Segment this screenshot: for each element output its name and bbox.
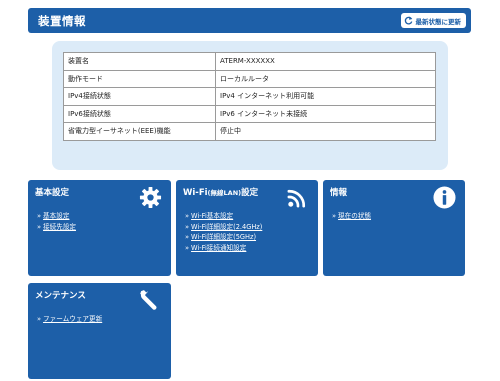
bullet: »	[185, 222, 190, 231]
ipv6-status-key: IPv6接続状態	[63, 104, 216, 123]
ipv6-status-value: IPv6 インターネット未接続	[215, 104, 436, 123]
bullet: »	[332, 212, 337, 220]
page-header: 装置情報 最新状態に更新	[28, 8, 471, 33]
table-row: 省電力型イーサネット(EEE)機能 停止中	[63, 122, 436, 141]
link-wifi-detail-5[interactable]: » Wi-Fi詳細設定(5GHz)	[185, 232, 262, 243]
bullet: »	[37, 222, 42, 231]
refresh-button-label: 最新状態に更新	[415, 17, 462, 26]
table-row: IPv4接続状態 IPv4 インターネット利用可能	[63, 87, 436, 106]
page-title: 装置情報	[38, 13, 86, 28]
ipv4-status-value: IPv4 インターネット利用可能	[215, 87, 436, 106]
wifi-title-main: Wi-Fi	[183, 188, 208, 198]
ipv4-status-key: IPv4接続状態	[63, 87, 216, 106]
wifi-title-small: (無線LAN)	[207, 189, 242, 197]
maintenance-title: メンテナンス	[35, 291, 86, 301]
link-wifi-detail-24[interactable]: » Wi-Fi詳細設定(2.4GHz)	[185, 222, 262, 233]
link-wifi-detail-5-label: Wi-Fi詳細設定(5GHz)	[191, 233, 257, 242]
link-firmware-update-label: ファームウェア更新	[43, 315, 103, 323]
basic-settings-links: » 基本設定 » 接続先設定	[37, 211, 76, 232]
wifi-title-end: 設定	[241, 188, 259, 198]
device-info-panel: 装置名 ATERM-XXXXXX 動作モード ローカルルータ IPv4接続状態 …	[52, 41, 448, 170]
wifi-settings-title: Wi-Fi(無線LAN)設定	[183, 186, 258, 198]
link-current-status-label: 現在の状態	[338, 212, 372, 220]
eee-function-value: 停止中	[215, 122, 436, 141]
link-connection-settings[interactable]: » 接続先設定	[37, 222, 76, 233]
information-links: » 現在の状態	[332, 211, 371, 222]
link-wifi-basic[interactable]: » Wi-Fi基本設定	[185, 211, 262, 222]
information-title: 情報	[330, 188, 348, 198]
refresh-icon	[404, 16, 412, 25]
basic-settings-card: 基本設定 » 基本設定 » 接続先設定	[28, 180, 171, 276]
bullet: »	[37, 212, 42, 220]
table-row: 装置名 ATERM-XXXXXX	[63, 52, 436, 71]
eee-function-key: 省電力型イーサネット(EEE)機能	[63, 122, 216, 141]
wifi-settings-card: Wi-Fi(無線LAN)設定 » Wi-Fi基本設定 » Wi-Fi詳細設定(2.4…	[176, 180, 318, 276]
maintenance-links: » ファームウェア更新	[37, 314, 102, 325]
link-basic-settings-label: 基本設定	[43, 212, 70, 220]
info-icon	[433, 186, 456, 209]
wrench-icon	[140, 290, 157, 310]
bullet: »	[185, 244, 190, 253]
link-connection-settings-label: 接続先設定	[43, 222, 77, 231]
operation-mode-value: ローカルルータ	[215, 69, 436, 88]
maintenance-card: メンテナンス » ファームウェア更新	[28, 283, 171, 379]
gear-icon	[139, 186, 162, 209]
basic-settings-title: 基本設定	[35, 188, 70, 198]
operation-mode-key: 動作モード	[63, 69, 216, 88]
link-basic-settings[interactable]: » 基本設定	[37, 211, 76, 222]
device-name-value: ATERM-XXXXXX	[215, 52, 436, 71]
bullet: »	[37, 315, 42, 323]
refresh-button[interactable]: 最新状態に更新	[400, 13, 466, 28]
device-info-table: 装置名 ATERM-XXXXXX 動作モード ローカルルータ IPv4接続状態 …	[63, 52, 436, 141]
information-card: 情報 » 現在の状態	[323, 180, 465, 276]
device-name-key: 装置名	[63, 52, 216, 71]
link-wifi-basic-label: Wi-Fi基本設定	[191, 212, 234, 220]
bullet: »	[185, 212, 190, 220]
link-wifi-notify[interactable]: » Wi-Fi接続通知設定	[185, 243, 262, 254]
link-wifi-detail-24-label: Wi-Fi詳細設定(2.4GHz)	[191, 222, 263, 231]
link-firmware-update[interactable]: » ファームウェア更新	[37, 314, 102, 325]
bullet: »	[185, 233, 190, 242]
wifi-settings-links: » Wi-Fi基本設定 » Wi-Fi詳細設定(2.4GHz) » Wi-Fi詳細設定…	[185, 211, 262, 254]
link-wifi-notify-label: Wi-Fi接続通知設定	[191, 244, 247, 253]
table-row: 動作モード ローカルルータ	[63, 69, 436, 88]
wifi-icon	[287, 189, 306, 208]
table-row: IPv6接続状態 IPv6 インターネット未接続	[63, 104, 436, 123]
link-current-status[interactable]: » 現在の状態	[332, 211, 371, 222]
